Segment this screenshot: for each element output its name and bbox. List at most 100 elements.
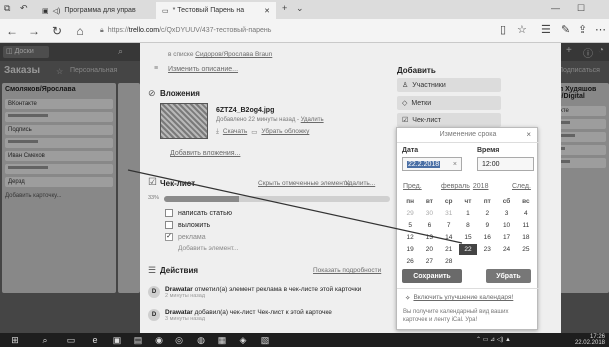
calendar-day[interactable]: 28 (440, 256, 458, 267)
calendar-day[interactable]: 24 (497, 244, 515, 255)
calendar-day[interactable]: 5 (401, 220, 419, 231)
explorer-icon[interactable]: ▤ (131, 334, 145, 346)
calendar-day[interactable]: 3 (497, 208, 515, 219)
download-link[interactable]: Скачать (223, 128, 247, 136)
show-details-link[interactable]: Показать подробности (313, 267, 381, 274)
labels-button[interactable]: ◇ Метки (397, 96, 501, 110)
activity-time[interactable]: 3 минуты назад (165, 316, 332, 322)
edit-description-link[interactable]: Изменить описание... (168, 66, 238, 73)
tab-trello[interactable]: ▭ * Тестовый Парень на ✕ (156, 2, 276, 19)
save-button[interactable]: Сохранить (402, 269, 462, 283)
members-button[interactable]: ♙ Участники (397, 78, 501, 92)
add-attachment-link[interactable]: Добавить вложения... (170, 150, 240, 157)
tray-icons[interactable]: ⌃ ▭ ⊿ ◁) ▲ (476, 336, 511, 343)
close-tab-icon[interactable]: ✕ (264, 7, 270, 15)
calendar-day[interactable]: 4 (517, 208, 535, 219)
avatar[interactable]: D (148, 309, 160, 321)
forward-icon[interactable]: → (26, 23, 42, 39)
calendar-day[interactable]: 8 (459, 220, 477, 231)
year-select[interactable]: 2018 (473, 183, 489, 190)
calendar-day[interactable]: 15 (459, 232, 477, 243)
calendar-day[interactable]: 19 (401, 244, 419, 255)
edge-icon[interactable]: e (88, 334, 102, 346)
calendar-day[interactable]: 2 (478, 208, 496, 219)
clear-icon[interactable]: × (453, 161, 457, 168)
url-field[interactable]: 🔒︎ https://trello.com/c/QxDYUUV/437-тест… (100, 22, 425, 39)
home-icon[interactable]: ⌂ (72, 23, 88, 39)
calendar-day[interactable]: 27 (420, 256, 438, 267)
next-month-link[interactable]: След. (512, 183, 531, 190)
prev-month-link[interactable]: Пред. (403, 183, 422, 190)
checklist-item[interactable]: написать статью (165, 208, 232, 218)
calendar-day[interactable]: 17 (497, 232, 515, 243)
calendar-day[interactable]: 22 (458, 244, 478, 255)
calendar-day[interactable]: 13 (420, 232, 438, 243)
clock[interactable]: 17:26 22.02.2018 (571, 334, 605, 346)
calendar-day[interactable]: 18 (517, 232, 535, 243)
refresh-icon[interactable]: ↻ (49, 23, 65, 39)
activity-author[interactable]: Drawatar (165, 309, 193, 316)
tab-manager-icon[interactable]: ⧉ (4, 3, 10, 14)
calendar-day[interactable]: 11 (517, 220, 535, 231)
remove-button[interactable]: Убрать (486, 269, 531, 283)
maximize-icon[interactable]: ☐ (577, 3, 585, 14)
checkbox[interactable] (165, 221, 173, 229)
calendar-day[interactable]: 23 (478, 244, 496, 255)
close-icon[interactable]: × (526, 130, 531, 139)
activity-time[interactable]: 2 минуты назад (165, 293, 361, 299)
date-input[interactable]: 22.2.2018 × (402, 157, 462, 171)
app-icon[interactable]: ◎ (172, 334, 186, 346)
app-icon[interactable]: ◈ (236, 334, 250, 346)
checklist-button[interactable]: ☑ Чек-лист (397, 113, 501, 127)
remove-cover-link[interactable]: Убрать обложку (261, 128, 309, 136)
calendar-day[interactable]: 20 (420, 244, 438, 255)
calendar-day[interactable]: 9 (478, 220, 496, 231)
favorite-star-icon[interactable]: ☆ (517, 23, 527, 36)
calendar-day[interactable]: 29 (401, 208, 419, 219)
windows-start-icon[interactable]: ⊞ (8, 334, 22, 346)
checklist-title[interactable]: Чек-лист (160, 179, 195, 188)
calendar-day[interactable]: 26 (401, 256, 419, 267)
hide-checked-link[interactable]: Скрыть отмеченные элементы (258, 180, 351, 187)
taskbar-search-icon[interactable]: ⌕ (38, 334, 52, 346)
checkbox-checked[interactable]: ✓ (165, 233, 173, 241)
calendar-day[interactable]: 12 (401, 232, 419, 243)
app-icon[interactable]: ◉ (152, 334, 166, 346)
calendar-day[interactable]: 7 (440, 220, 458, 231)
app-icon[interactable]: ▧ (258, 334, 272, 346)
app-icon[interactable]: ◍ (194, 334, 208, 346)
calendar-day[interactable]: 1 (459, 208, 477, 219)
share-icon[interactable]: ⇪ (578, 23, 587, 36)
app-icon[interactable]: ▦ (215, 334, 229, 346)
checkbox[interactable] (165, 209, 173, 217)
calendar-day[interactable]: 25 (517, 244, 535, 255)
notes-pen-icon[interactable]: ✎ (561, 23, 570, 36)
avatar[interactable]: D (148, 286, 160, 298)
activity-author[interactable]: Drawatar (165, 286, 193, 293)
back-tab-icon[interactable]: ↶ (20, 3, 28, 14)
enable-calendar-link[interactable]: Включить улучшение календаря! (413, 294, 513, 302)
tab-list-chevron-icon[interactable]: ⌄ (296, 3, 304, 14)
new-tab-icon[interactable]: + (282, 3, 287, 13)
time-input[interactable]: 12:00 (477, 157, 534, 171)
tab-program[interactable]: ▣ ◁) Программа для управ (36, 2, 154, 19)
task-view-icon[interactable]: ▭ (64, 334, 78, 346)
more-icon[interactable]: ⋯ (595, 23, 606, 36)
reading-view-icon[interactable]: ▯ (500, 23, 506, 36)
calendar-day[interactable]: 16 (478, 232, 496, 243)
calendar-day[interactable]: 6 (420, 220, 438, 231)
add-checklist-item[interactable]: Добавить элемент... (178, 245, 238, 252)
checklist-item[interactable]: выложить (165, 220, 210, 230)
delete-attachment-link[interactable]: Удалить (301, 117, 324, 123)
minimize-icon[interactable]: — (551, 3, 560, 13)
month-select[interactable]: февраль (441, 183, 470, 190)
checklist-item[interactable]: ✓ реклама (165, 232, 206, 242)
calendar-day[interactable]: 30 (420, 208, 438, 219)
attachment-thumbnail[interactable] (160, 103, 208, 139)
calendar-day[interactable]: 14 (440, 232, 458, 243)
calendar-day[interactable]: 21 (440, 244, 458, 255)
delete-checklist-link[interactable]: Удалить... (345, 180, 375, 187)
favorites-hub-icon[interactable]: ☰ (541, 23, 551, 36)
store-icon[interactable]: ▣ (110, 334, 124, 346)
back-icon[interactable]: ← (4, 23, 20, 39)
